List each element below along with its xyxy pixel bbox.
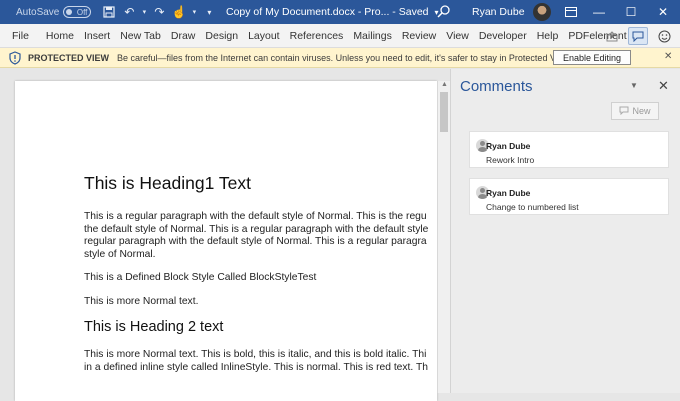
- close-icon[interactable]: ✕: [646, 0, 680, 24]
- protected-view-title: PROTECTED VIEW: [28, 52, 110, 63]
- tab-new-tab[interactable]: New Tab: [115, 24, 166, 48]
- paragraph-line: style of Normal.: [84, 248, 156, 260]
- minimize-icon[interactable]: —: [582, 0, 616, 24]
- touch-dropdown-icon[interactable]: ▾: [189, 0, 199, 24]
- paragraph-inline-styles: This is more Normal text. This is bold, …: [84, 349, 437, 374]
- tab-developer[interactable]: Developer: [474, 24, 532, 48]
- redo-icon[interactable]: ↷: [149, 0, 169, 24]
- tab-mailings[interactable]: Mailings: [348, 24, 397, 48]
- comment-text: Rework Intro: [486, 155, 535, 165]
- tab-view[interactable]: View: [441, 24, 474, 48]
- tab-layout[interactable]: Layout: [243, 24, 285, 48]
- customize-toolbar-icon[interactable]: ▾: [199, 0, 219, 24]
- autosave-label: AutoSave: [16, 6, 60, 18]
- new-comment-label: New: [632, 106, 651, 116]
- autosave-switch[interactable]: Off: [63, 6, 92, 18]
- comments-icon[interactable]: [628, 27, 648, 45]
- search-icon[interactable]: [436, 4, 452, 20]
- ribbon-tabs: File Home Insert New Tab Draw Design Lay…: [0, 24, 680, 48]
- comments-pane: Comments ▼ ✕ New Ryan Dube Rework Intro …: [450, 69, 680, 393]
- document-page[interactable]: This is Heading1 Text This is a regular …: [15, 81, 437, 401]
- share-icon[interactable]: [602, 27, 622, 45]
- title-bar: AutoSave Off ↶ ▾ ↷ ☝ ▾ ▾ Copy of My Docu…: [0, 0, 680, 24]
- vertical-scrollbar[interactable]: ▲: [437, 81, 450, 393]
- enable-editing-button[interactable]: Enable Editing: [553, 50, 631, 65]
- heading-2: This is Heading 2 text: [84, 319, 224, 335]
- tab-file[interactable]: File: [0, 24, 41, 48]
- tab-draw[interactable]: Draw: [166, 24, 201, 48]
- feedback-smiley-icon[interactable]: [654, 27, 674, 45]
- touch-mode-icon[interactable]: ☝: [169, 0, 189, 24]
- comment-author: Ryan Dube: [486, 188, 531, 198]
- user-name: Ryan Dube: [472, 6, 525, 18]
- protected-view-message: Be careful—files from the Internet can c…: [117, 52, 572, 63]
- new-comment-icon: [619, 106, 629, 117]
- paragraph-line: the default style of Normal. This is a r…: [84, 223, 429, 235]
- tab-references[interactable]: References: [285, 24, 349, 48]
- comment-card[interactable]: Ryan Dube Change to numbered list: [469, 178, 669, 215]
- tab-home[interactable]: Home: [41, 24, 79, 48]
- document-area: This is Heading1 Text This is a regular …: [0, 69, 450, 401]
- protected-view-bar: PROTECTED VIEW Be careful—files from the…: [0, 48, 680, 68]
- comment-text: Change to numbered list: [486, 202, 579, 212]
- autosave-toggle[interactable]: AutoSave Off: [16, 6, 92, 18]
- heading-1: This is Heading1 Text: [84, 173, 251, 193]
- paragraph-block-style: This is a Defined Block Style Called Blo…: [84, 272, 317, 283]
- undo-icon[interactable]: ↶: [119, 0, 139, 24]
- tab-design[interactable]: Design: [200, 24, 243, 48]
- comment-author: Ryan Dube: [486, 141, 531, 151]
- paragraph-line: This is more Normal text. This is bold, …: [84, 349, 427, 360]
- paragraph-line: in a defined inline style called InlineS…: [84, 361, 428, 373]
- document-body: This is Heading1 Text This is a regular …: [84, 173, 437, 385]
- maximize-icon[interactable]: ☐: [614, 0, 648, 24]
- document-title-text: Copy of My Document.docx - Pro... - Save…: [226, 6, 429, 18]
- document-title[interactable]: Copy of My Document.docx - Pro... - Save…: [226, 0, 439, 24]
- paragraph-line: regular paragraph with the default style…: [84, 236, 427, 247]
- undo-dropdown-icon[interactable]: ▾: [139, 0, 149, 24]
- scroll-up-icon[interactable]: ▲: [441, 81, 448, 88]
- paragraph-line: This is a regular paragraph with the def…: [84, 211, 427, 222]
- pane-options-icon[interactable]: ▼: [630, 81, 638, 90]
- close-pane-icon[interactable]: ✕: [658, 78, 669, 94]
- new-comment-button[interactable]: New: [611, 102, 659, 120]
- tab-insert[interactable]: Insert: [79, 24, 115, 48]
- account-area[interactable]: Ryan Dube: [472, 0, 551, 24]
- autosave-state: Off: [76, 7, 88, 17]
- tab-review[interactable]: Review: [397, 24, 441, 48]
- save-icon[interactable]: [99, 0, 119, 24]
- tab-help[interactable]: Help: [532, 24, 564, 48]
- close-icon[interactable]: ✕: [664, 51, 672, 62]
- avatar[interactable]: [532, 3, 551, 21]
- comments-pane-title: Comments: [460, 78, 533, 95]
- paragraph-normal: This is a regular paragraph with the def…: [84, 211, 437, 261]
- paragraph-more-normal: This is more Normal text.: [84, 295, 199, 307]
- comment-card[interactable]: Ryan Dube Rework Intro: [469, 131, 669, 168]
- scrollbar-thumb[interactable]: [440, 92, 448, 132]
- shield-icon: [8, 50, 22, 65]
